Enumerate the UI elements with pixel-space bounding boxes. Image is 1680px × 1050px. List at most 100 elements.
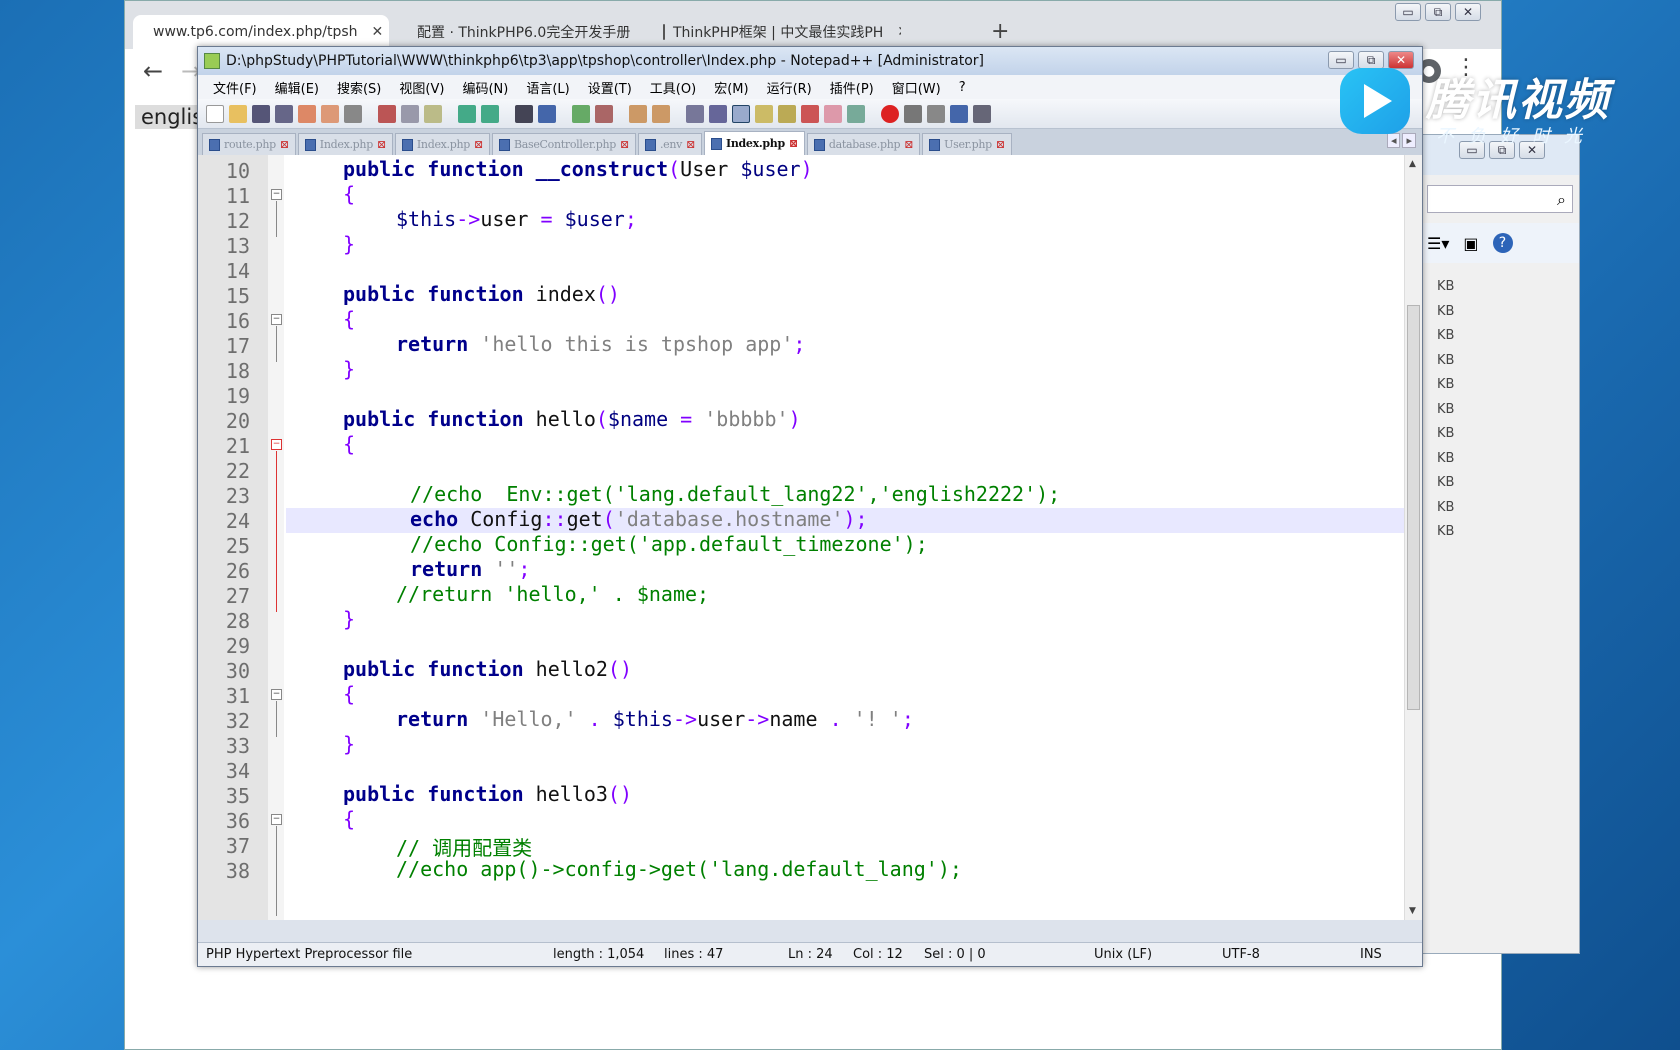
- scroll-down-icon[interactable]: ▼: [1409, 906, 1416, 916]
- save-icon[interactable]: [252, 104, 270, 123]
- file-icon: [498, 138, 510, 151]
- explorer-toolbar: ☰▾ ▣ ?: [1421, 223, 1579, 263]
- doc-map-icon[interactable]: [778, 104, 796, 123]
- back-arrow-icon[interactable]: ←: [143, 57, 163, 85]
- replace-icon[interactable]: [538, 104, 556, 123]
- code-token: ;: [518, 557, 531, 581]
- close-file-icon[interactable]: [298, 104, 316, 123]
- zoom-in-icon[interactable]: [572, 104, 590, 123]
- code-line: {: [343, 682, 356, 706]
- save-macro-icon[interactable]: [973, 104, 991, 123]
- close-tab-icon[interactable]: ⊠: [620, 138, 629, 151]
- close-tab-icon[interactable]: ✕: [897, 24, 901, 40]
- new-file-icon[interactable]: [206, 104, 224, 123]
- file-tab[interactable]: Index.php ⊠: [394, 133, 490, 155]
- file-size: KB: [1437, 352, 1455, 368]
- file-tab-active[interactable]: Index.php ⊠: [704, 131, 805, 155]
- find-icon[interactable]: [515, 104, 533, 123]
- record-macro-icon[interactable]: [881, 104, 899, 123]
- close-button[interactable]: ✕: [1455, 3, 1481, 21]
- sync-horizontal-icon[interactable]: [652, 104, 670, 123]
- monitoring-icon[interactable]: [847, 104, 865, 123]
- scroll-up-icon[interactable]: ▲: [1409, 159, 1416, 169]
- code-editor[interactable]: 10 11 12 13 14 15 16 17 18 19 20 21 22 2…: [198, 155, 1422, 920]
- undo-icon[interactable]: [458, 104, 476, 123]
- sync-vertical-icon[interactable]: [629, 104, 647, 123]
- npp-statusbar: PHP Hypertext Preprocessor file length :…: [198, 942, 1422, 966]
- indent-guide-icon[interactable]: [732, 104, 750, 123]
- close-tab-icon[interactable]: ⊠: [474, 138, 483, 151]
- close-tab-icon[interactable]: ⊠: [789, 137, 798, 150]
- explorer-search-input[interactable]: ⌕: [1427, 185, 1573, 213]
- run-macro-multiple-icon[interactable]: [950, 104, 968, 123]
- cut-icon[interactable]: [378, 104, 396, 123]
- menu-run[interactable]: 运行(R): [758, 78, 821, 97]
- browser-tab-thinkphp[interactable]: ThinkPHP框架 | 中文最佳实践PH ✕: [651, 15, 901, 49]
- browser-tab-config[interactable]: 配置 · ThinkPHP6.0完全开发手册 ✕: [397, 15, 645, 49]
- function-list-icon[interactable]: [801, 104, 819, 123]
- menu-edit[interactable]: 编辑(E): [266, 78, 328, 97]
- file-tab[interactable]: database.php ⊠: [806, 133, 921, 155]
- file-tab[interactable]: Index.php ⊠: [297, 133, 393, 155]
- menu-file[interactable]: 文件(F): [204, 78, 266, 97]
- status-insert-mode: INS: [1360, 947, 1382, 962]
- npp-window-title: D:\phpStudy\PHPTutorial\WWW\thinkphp6\tp…: [226, 53, 984, 69]
- code-line: {: [343, 807, 356, 831]
- close-tab-icon[interactable]: ⊠: [996, 138, 1005, 151]
- vertical-scrollbar[interactable]: ▲ ▼: [1404, 155, 1422, 920]
- menu-language[interactable]: 语言(L): [517, 78, 578, 97]
- close-tab-icon[interactable]: ⊠: [686, 138, 695, 151]
- close-tab-icon[interactable]: ✕: [372, 24, 384, 40]
- line-number: 17: [225, 334, 250, 358]
- code-token: hello3: [535, 782, 608, 806]
- minimize-button[interactable]: ▭: [1395, 3, 1421, 21]
- file-tab[interactable]: .env ⊠: [637, 133, 702, 155]
- redo-icon[interactable]: [481, 104, 499, 123]
- fold-collapse-icon[interactable]: −: [271, 814, 282, 825]
- fold-collapse-icon[interactable]: −: [271, 689, 282, 700]
- udl-icon[interactable]: [755, 104, 773, 123]
- menu-window[interactable]: 窗口(W): [883, 78, 950, 97]
- close-tab-icon[interactable]: ⊠: [904, 138, 913, 151]
- menu-plugins[interactable]: 插件(P): [821, 78, 883, 97]
- file-tab[interactable]: BaseController.php ⊠: [491, 133, 636, 155]
- preview-pane-icon[interactable]: ▣: [1463, 234, 1478, 253]
- close-tab-icon[interactable]: ⊠: [280, 138, 289, 151]
- fold-collapse-icon[interactable]: −: [271, 439, 282, 450]
- status-encoding[interactable]: UTF-8: [1222, 947, 1260, 962]
- paste-icon[interactable]: [424, 104, 442, 123]
- view-options-icon[interactable]: ☰▾: [1427, 234, 1449, 253]
- menu-view[interactable]: 视图(V): [390, 78, 453, 97]
- close-tab-icon[interactable]: ✕: [644, 24, 645, 40]
- status-eol[interactable]: Unix (LF): [1094, 947, 1152, 962]
- stop-macro-icon[interactable]: [904, 104, 922, 123]
- copy-icon[interactable]: [401, 104, 419, 123]
- code-token: $user: [740, 157, 801, 181]
- new-tab-button[interactable]: +: [991, 19, 1009, 44]
- file-icon: [813, 138, 825, 151]
- close-all-icon[interactable]: [321, 104, 339, 123]
- help-icon[interactable]: ?: [1492, 233, 1513, 253]
- menu-macro[interactable]: 宏(M): [705, 78, 757, 97]
- maximize-button[interactable]: ⧉: [1425, 3, 1451, 21]
- close-tab-icon[interactable]: ⊠: [377, 138, 386, 151]
- play-macro-icon[interactable]: [927, 104, 945, 123]
- menu-settings[interactable]: 设置(T): [579, 78, 641, 97]
- menu-encoding[interactable]: 编码(N): [453, 78, 517, 97]
- menu-help[interactable]: ?: [950, 80, 975, 95]
- browser-tab-active[interactable]: www.tp6.com/index.php/tpsh ✕: [133, 15, 389, 49]
- fold-collapse-icon[interactable]: −: [271, 314, 282, 325]
- open-file-icon[interactable]: [229, 104, 247, 123]
- print-icon[interactable]: [344, 104, 362, 123]
- zoom-out-icon[interactable]: [595, 104, 613, 123]
- menu-search[interactable]: 搜索(S): [328, 78, 390, 97]
- save-all-icon[interactable]: [275, 104, 293, 123]
- file-tab[interactable]: route.php ⊠: [202, 133, 296, 155]
- fold-collapse-icon[interactable]: −: [271, 189, 282, 200]
- show-all-chars-icon[interactable]: [709, 104, 727, 123]
- menu-tools[interactable]: 工具(O): [641, 78, 705, 97]
- folder-workspace-icon[interactable]: [824, 104, 842, 123]
- file-tab[interactable]: User.php ⊠: [922, 133, 1012, 155]
- scrollbar-thumb[interactable]: [1407, 305, 1420, 710]
- word-wrap-icon[interactable]: [686, 104, 704, 123]
